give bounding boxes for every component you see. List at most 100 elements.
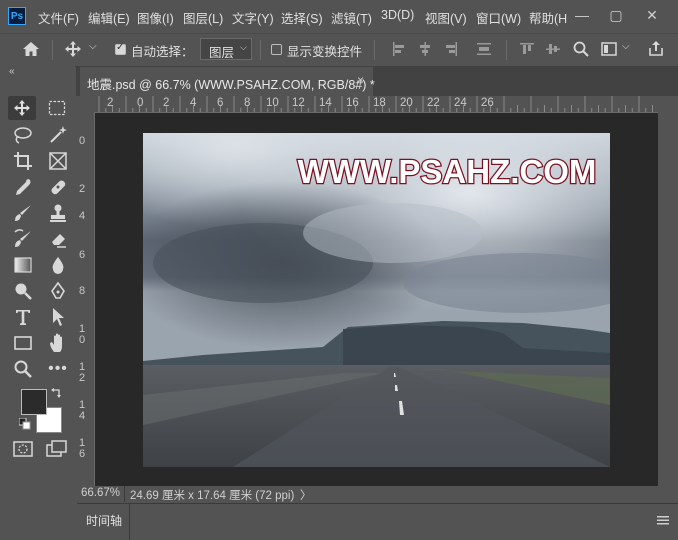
ruler-label: 8 [79,285,86,297]
ruler-label: 6 [79,249,86,261]
distribute-icon[interactable] [477,42,491,56]
menu-bar: Ps 文件(F) 编辑(E) 图像(I) 图层(L) 文字(Y) 选择(S) 滤… [0,0,678,32]
panel-menu-icon[interactable] [657,515,669,525]
default-colors-icon[interactable] [19,418,31,430]
pen-tool-icon[interactable] [48,281,68,301]
menu-select[interactable]: 选择(S) [281,8,323,27]
ruler-label: 10 [79,323,86,346]
tab-close-icon[interactable]: × [357,73,364,87]
align-right-icon[interactable] [444,42,458,56]
menu-file[interactable]: 文件(F) [38,8,79,27]
close-button[interactable]: ✕ [640,4,664,26]
align-horizontal-center-icon[interactable] [418,42,432,56]
status-bar: 66.67% 24.69 厘米 x 17.64 厘米 (72 ppi) 〉 [77,486,678,502]
swap-colors-icon[interactable] [51,387,63,399]
screen-mode-icon[interactable] [46,440,68,458]
document-canvas[interactable]: WWW.PSAHZ.COM [143,133,610,467]
collapse-icon[interactable]: « [9,66,15,77]
ruler-label: 8 [244,97,251,109]
crop-tool-icon[interactable] [13,151,33,171]
zoom-level[interactable]: 66.67% [81,487,120,499]
auto-select-label: 自动选择： [131,45,194,59]
separator [124,486,125,502]
menu-view[interactable]: 视图(V) [425,8,467,27]
eraser-tool-icon[interactable] [48,229,68,249]
canvas-workspace[interactable]: WWW.PSAHZ.COM [95,113,658,486]
timeline-tab-label: 时间轴 [86,514,123,528]
ruler-label: 16 [79,437,86,460]
auto-select-target-dropdown[interactable]: 图层 ⌵ [200,38,252,60]
ruler-origin[interactable] [77,96,94,112]
menu-filter[interactable]: 滤镜(T) [331,8,372,27]
show-transform-label: 显示变换控件 [287,45,363,59]
ruler-label: 18 [373,97,386,109]
minimize-button[interactable]: — [570,4,594,26]
align-top-icon[interactable] [520,42,534,56]
workspace-icon[interactable] [601,42,617,56]
document-tab-title: 地震.psd @ 66.7% (WWW.PSAHZ.COM, RGB/8#) * [87,78,375,92]
healing-brush-tool-icon[interactable] [48,177,68,197]
move-tool-icon[interactable] [13,99,31,117]
ruler-label: 2 [163,97,170,109]
eyedropper-tool-icon[interactable] [13,177,33,197]
lasso-tool-icon[interactable] [13,126,33,144]
frame-tool-icon[interactable] [48,151,68,171]
separator [374,40,375,60]
history-brush-tool-icon[interactable] [13,229,33,249]
photoshop-logo: Ps [8,7,26,25]
move-tool-icon[interactable] [64,40,82,58]
type-tool-icon[interactable] [13,307,33,327]
search-icon[interactable] [573,41,589,57]
ruler-label: 0 [137,97,144,109]
path-selection-tool-icon[interactable] [48,307,68,327]
maximize-button[interactable]: ▢ [604,4,628,26]
ruler-label: 24 [454,97,467,109]
zoom-tool-icon[interactable] [13,359,33,379]
brush-tool-icon[interactable] [13,203,33,223]
ruler-label: 16 [346,97,359,109]
ruler-label: 14 [79,399,86,422]
clone-stamp-tool-icon[interactable] [48,203,68,223]
ruler-label: 4 [79,210,86,222]
marquee-tool-icon[interactable] [48,100,66,116]
quick-mask-icon[interactable] [13,440,35,458]
more-tools-icon[interactable]: ••• [47,358,69,380]
ruler-label: 2 [79,183,86,195]
menu-image[interactable]: 图像(I) [137,8,174,27]
menu-edit[interactable]: 编辑(E) [88,8,130,27]
rectangle-tool-icon[interactable] [13,333,33,353]
menu-help[interactable]: 帮助(H [529,8,567,27]
ruler-label: 6 [217,97,224,109]
ruler-label: 4 [190,97,197,109]
document-size: 24.69 厘米 x 17.64 厘米 (72 ppi) [130,490,295,502]
ruler-label: 12 [292,97,305,109]
menu-type[interactable]: 文字(Y) [232,8,274,27]
menu-layer[interactable]: 图层(L) [183,8,223,27]
gradient-tool-icon[interactable] [13,255,33,275]
foreground-color-swatch[interactable] [21,389,47,415]
menu-3d[interactable]: 3D(D) [381,8,414,22]
dodge-tool-icon[interactable] [13,281,33,301]
timeline-panel: 时间轴 [77,503,678,540]
status-menu-arrow[interactable]: 〉 [300,487,312,503]
magic-wand-tool-icon[interactable] [48,125,68,145]
align-left-icon[interactable] [392,42,406,56]
align-vertical-center-icon[interactable] [546,42,560,56]
menu-window[interactable]: 窗口(W) [476,8,521,27]
blur-tool-icon[interactable] [48,255,68,275]
vertical-ruler[interactable] [77,112,95,486]
chevron-down-icon[interactable]: ⌵ [89,41,97,52]
home-icon[interactable] [22,41,40,57]
timeline-tab[interactable]: 时间轴 [77,504,130,540]
show-transform-checkbox[interactable] [271,44,282,55]
target-value: 图层 [209,46,235,60]
document-tab[interactable]: 地震.psd @ 66.7% (WWW.PSAHZ.COM, RGB/8#) *… [80,67,375,96]
auto-select-checkbox[interactable] [115,42,126,55]
share-icon[interactable] [648,40,664,57]
ruler-label: 12 [79,361,86,384]
ruler-label: 14 [319,97,332,109]
hand-tool-icon[interactable] [48,332,68,354]
chevron-down-icon[interactable]: ⌵ [622,41,630,52]
vertical-scrollbar[interactable] [658,96,678,486]
separator [52,40,53,60]
